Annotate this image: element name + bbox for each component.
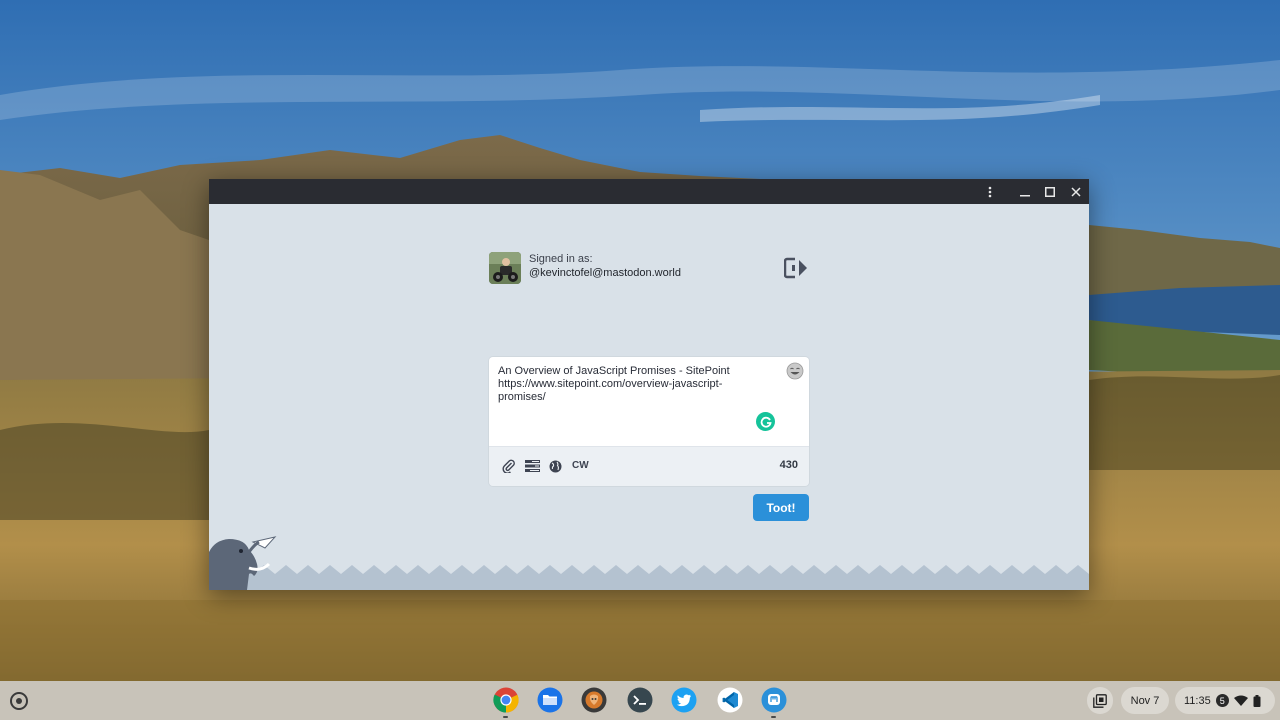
- terminal-icon[interactable]: [626, 686, 654, 714]
- content-warning-toggle[interactable]: CW: [572, 460, 589, 471]
- notification-count: 5: [1219, 695, 1225, 706]
- globe-icon[interactable]: [547, 458, 563, 474]
- grammarly-icon[interactable]: [756, 412, 775, 431]
- compose-line: promises/: [498, 391, 546, 403]
- notification-badge: 5: [1215, 694, 1229, 707]
- poll-icon[interactable]: [524, 458, 540, 474]
- app-icon[interactable]: [580, 686, 608, 714]
- files-icon[interactable]: [536, 686, 564, 714]
- mastodon-app-window: Signed in as: @kevinctofel@mastodon.worl…: [209, 179, 1089, 590]
- running-indicator: [503, 716, 508, 718]
- compose-line: An Overview of JavaScript Promises - Sit…: [498, 365, 730, 377]
- running-indicator: [771, 716, 776, 718]
- compose-textarea[interactable]: An Overview of JavaScript Promises - Sit…: [489, 357, 809, 446]
- minimize-icon[interactable]: [1012, 179, 1038, 204]
- twitter-icon[interactable]: [670, 686, 698, 714]
- footer-zigzag: [209, 565, 1089, 590]
- status-area[interactable]: 11:35 5: [1175, 687, 1275, 714]
- date-tray[interactable]: Nov 7: [1121, 687, 1169, 714]
- chrome-icon[interactable]: [492, 686, 520, 714]
- wifi-icon: [1233, 695, 1248, 706]
- character-counter: 430: [779, 459, 798, 471]
- mastodon-mascot-icon: [209, 536, 277, 590]
- holding-space-button[interactable]: [1087, 687, 1113, 714]
- account-handle: @kevinctofel@mastodon.world: [529, 267, 681, 279]
- battery-icon: [1253, 694, 1261, 707]
- launcher-icon[interactable]: [10, 692, 28, 710]
- close-icon[interactable]: [1063, 179, 1089, 204]
- date-label: Nov 7: [1130, 694, 1160, 707]
- maximize-icon[interactable]: [1037, 179, 1063, 204]
- clock-label: 11:35: [1184, 694, 1211, 707]
- attach-icon[interactable]: [501, 458, 517, 474]
- compose-toolbar: CW 430: [489, 446, 809, 486]
- avatar[interactable]: [489, 252, 521, 284]
- compose-form: An Overview of JavaScript Promises - Sit…: [489, 357, 809, 486]
- more-vert-icon[interactable]: [977, 179, 1003, 204]
- logout-icon[interactable]: [783, 257, 808, 279]
- signed-in-label: Signed in as:: [529, 253, 593, 265]
- account-header: Signed in as: @kevinctofel@mastodon.worl…: [489, 251, 809, 285]
- compose-line: https://www.sitepoint.com/overview-javas…: [498, 378, 723, 390]
- taskbar-shelf: Nov 7 11:35 5: [0, 681, 1280, 720]
- window-titlebar[interactable]: [209, 179, 1089, 204]
- mastodon-icon[interactable]: [760, 686, 788, 714]
- toot-button[interactable]: Toot!: [753, 494, 809, 521]
- vscode-icon[interactable]: [716, 686, 744, 714]
- emoji-picker-icon[interactable]: [786, 362, 804, 380]
- holding-space-icon: [1093, 693, 1107, 708]
